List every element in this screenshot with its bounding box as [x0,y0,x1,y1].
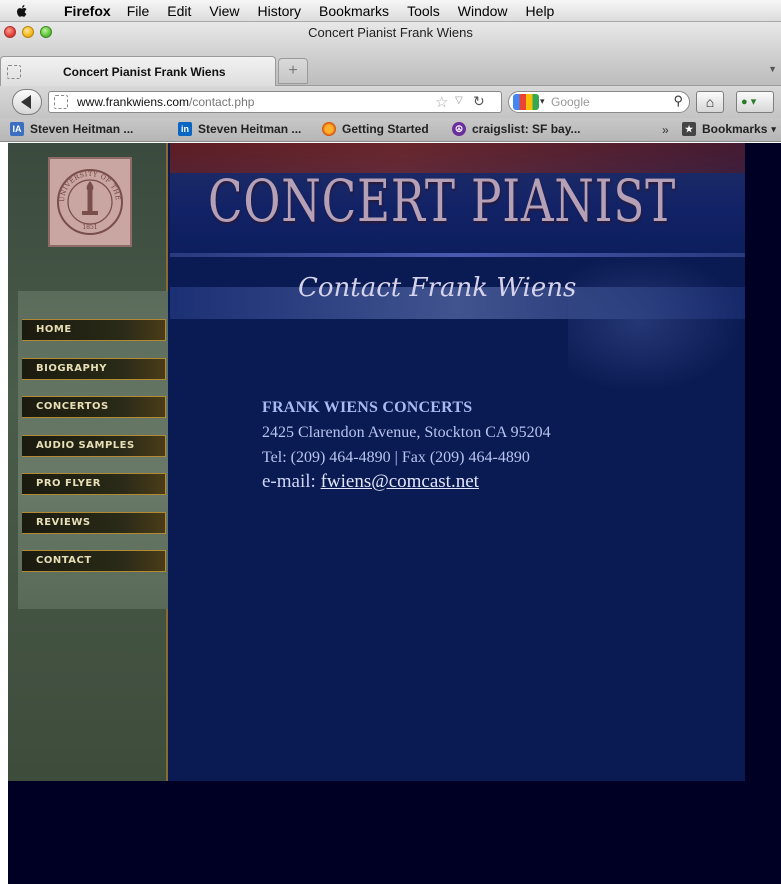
bookmark-label: Steven Heitman ... [30,122,134,136]
tab-list-dropdown-icon[interactable]: ▼ [768,64,777,74]
url-host: www.frankwiens.com [77,95,190,109]
site-banner: CONCERT PIANIST [170,143,745,253]
site-sidebar: UNIVERSITY OF THE PACIFIC 1851 HOME BIOG… [8,143,168,781]
mac-menubar: Firefox File Edit View History Bookmarks… [0,0,781,22]
chevron-down-icon: ▾ [771,123,776,134]
menu-view[interactable]: View [209,3,239,19]
reload-icon[interactable]: ↻ [473,93,485,110]
search-placeholder: Google [551,95,590,109]
bookmark-item[interactable]: Getting Started [322,122,429,136]
ia-icon: IA [10,122,24,136]
bookmark-item[interactable]: in Steven Heitman ... [178,122,301,136]
menu-file[interactable]: File [127,3,150,19]
seal-emblem-icon: UNIVERSITY OF THE PACIFIC 1851 [55,167,123,235]
search-bar[interactable]: ▾ Google ⚲ [508,91,690,113]
menu-bookmarks[interactable]: Bookmarks [319,3,389,19]
contact-address: 2425 Clarendon Avenue, Stockton CA 95204 [262,424,551,441]
bookmark-label: craigslist: SF bay... [472,122,581,136]
menu-window[interactable]: Window [458,3,508,19]
linkedin-icon: in [178,122,192,136]
addon-toolbar-button[interactable]: ● ▾ [736,91,774,113]
peace-icon: ☮ [452,122,466,136]
bookmarks-menu-button[interactable]: ★ Bookmarks ▾ [682,122,776,136]
menu-help[interactable]: Help [526,3,555,19]
bookmark-label: Steven Heitman ... [198,122,302,136]
tab-concert-pianist[interactable]: Concert Pianist Frank Wiens [0,56,276,86]
email-label: e-mail: [262,471,321,492]
contact-phone: Tel: (209) 464-4890 | Fax (209) 464-4890 [262,449,530,466]
piano-keys-image [568,253,745,393]
bookmark-label: Getting Started [342,122,429,136]
bookmarks-toolbar: IA Steven Heitman ... in Steven Heitman … [0,118,781,142]
menu-tools[interactable]: Tools [407,3,440,19]
nav-audio-samples[interactable]: AUDIO SAMPLES [22,435,166,457]
nav-home[interactable]: HOME [22,319,166,341]
history-dropdown-icon[interactable]: ▽ [455,95,463,106]
window-titlebar: Concert Pianist Frank Wiens [0,22,781,56]
banner-title: CONCERT PIANIST [208,167,677,235]
email-link[interactable]: fwiens@comcast.net [321,471,479,492]
menu-firefox[interactable]: Firefox [64,3,111,19]
apple-logo-icon[interactable] [14,3,30,19]
bookmark-item[interactable]: ☮ craigslist: SF bay... [452,122,580,136]
page-gutter [0,143,8,884]
engine-dropdown-icon[interactable]: ▾ [540,96,545,107]
window-title: Concert Pianist Frank Wiens [308,25,473,40]
menu-edit[interactable]: Edit [167,3,191,19]
nav-contact[interactable]: CONTACT [22,550,166,572]
page-viewport: UNIVERSITY OF THE PACIFIC 1851 HOME BIOG… [0,143,781,884]
url-text[interactable]: www.frankwiens.com/contact.php [77,95,254,109]
site-nav-panel: HOME BIOGRAPHY CONCERTOS AUDIO SAMPLES P… [18,291,168,609]
url-path: /contact.php [189,95,255,109]
back-arrow-icon [21,95,31,109]
nav-biography[interactable]: BIOGRAPHY [22,358,166,380]
tab-strip: Concert Pianist Frank Wiens + ▼ [0,56,781,86]
nav-reviews[interactable]: REVIEWS [22,512,166,534]
tab-label: Concert Pianist Frank Wiens [63,65,226,79]
blank-favicon-icon [7,65,21,79]
site-container: UNIVERSITY OF THE PACIFIC 1851 HOME BIOG… [8,143,745,781]
menu-history[interactable]: History [257,3,301,19]
nav-concertos[interactable]: CONCERTOS [22,396,166,418]
new-tab-button[interactable]: + [278,58,308,84]
contact-email-line: e-mail: fwiens@comcast.net [262,471,551,493]
bookmarks-menu-label: Bookmarks [702,122,768,136]
bookmarks-menu-icon: ★ [682,122,696,136]
site-identity-icon[interactable] [54,95,68,109]
bookmarks-overflow-icon[interactable]: » [662,123,669,137]
navigation-toolbar: www.frankwiens.com/contact.php ☆ ▽ ↻ ▾ G… [0,86,781,118]
contact-info: FRANK WIENS CONCERTS 2425 Clarendon Aven… [262,399,551,493]
url-bar[interactable]: www.frankwiens.com/contact.php ☆ ▽ ↻ [48,91,502,113]
search-icon[interactable]: ⚲ [673,93,683,109]
seal-year: 1851 [82,224,97,231]
home-button[interactable]: ⌂ [696,91,724,113]
bookmark-star-icon[interactable]: ☆ [435,93,448,111]
contact-company-name: FRANK WIENS CONCERTS [262,399,473,416]
nav-pro-flyer[interactable]: PRO FLYER [22,473,166,495]
back-button[interactable] [12,89,42,115]
bookmark-item[interactable]: IA Steven Heitman ... [10,122,133,136]
google-engine-icon[interactable] [513,94,539,110]
university-seal-logo: UNIVERSITY OF THE PACIFIC 1851 [48,157,132,247]
firefox-icon [322,122,336,136]
page-subtitle: Contact Frank Wiens [298,273,577,303]
